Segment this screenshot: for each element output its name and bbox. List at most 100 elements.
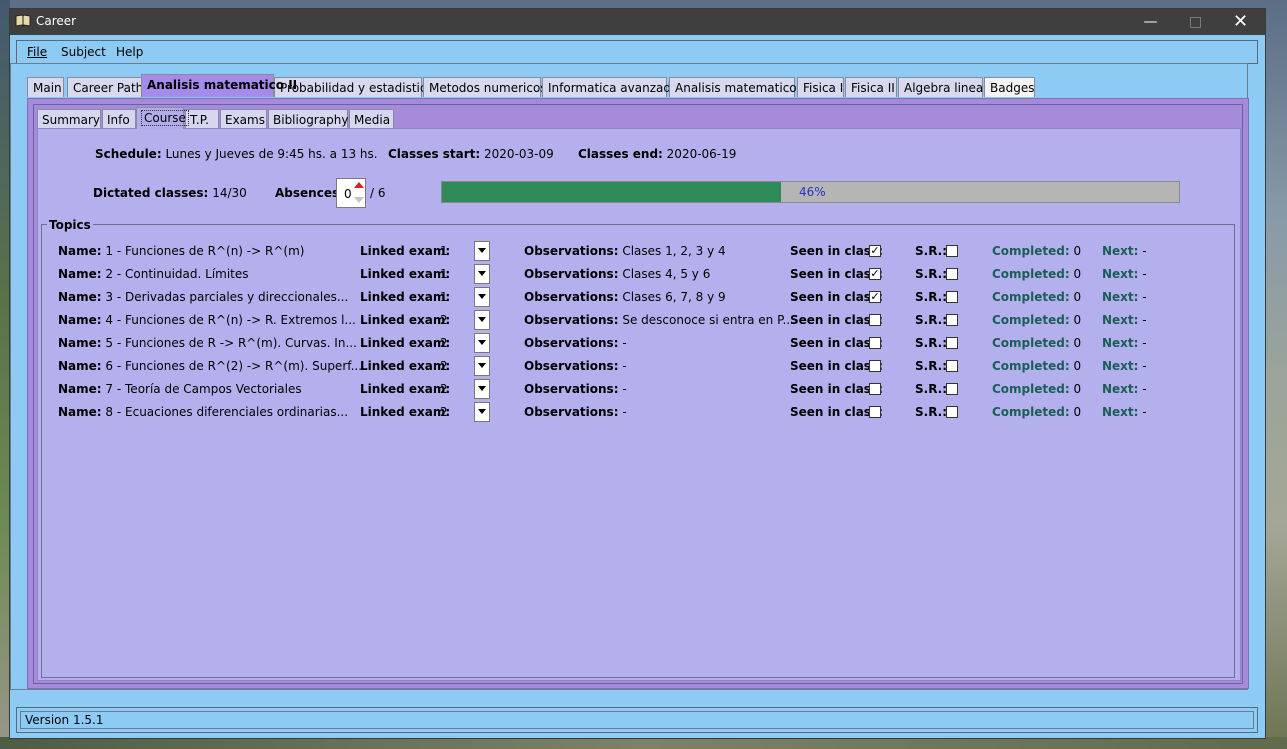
status-bar-inner [20, 711, 1254, 729]
absences-max: / 6 [370, 186, 386, 200]
spin-down-icon[interactable] [354, 197, 364, 203]
linked-exam-dropdown[interactable] [474, 241, 490, 261]
tab-info[interactable]: Info [102, 109, 136, 129]
tab-main[interactable]: Main [27, 77, 64, 97]
tab-exams[interactable]: Exams [220, 109, 267, 129]
completed-field: Completed: 0 [992, 290, 1081, 304]
completed-value: 0 [1073, 359, 1082, 373]
next-label: Next: [1102, 290, 1139, 304]
sr-checkbox[interactable] [946, 314, 958, 326]
sr-checkbox[interactable] [946, 360, 958, 372]
sr-field: S.R.: [915, 267, 947, 281]
topic-row: Name: 2 - Continuidad. Límites Linked exa… [0, 264, 1287, 287]
next-value: - [1142, 313, 1147, 327]
book-icon [15, 14, 31, 27]
close-icon[interactable]: ✕ [1218, 9, 1263, 35]
classes-start-info: Classes start: 2020-03-09 [388, 147, 554, 161]
topic-row: Name: 3 - Derivadas parciales y direccio… [0, 287, 1287, 310]
tab-media[interactable]: Media [349, 109, 394, 129]
title-bar[interactable]: Career — □ ✕ [10, 9, 1265, 35]
tab-summary[interactable]: Summary [37, 109, 101, 129]
topics-title: Topics [47, 218, 93, 232]
linked-exam-field: Linked exam: [360, 244, 450, 258]
seen-in-class-checkbox[interactable]: ✓ [869, 268, 881, 280]
linked-exam-value: 2 [440, 313, 448, 327]
linked-exam-label: Linked exam: [360, 359, 451, 373]
linked-exam-dropdown[interactable] [474, 356, 490, 376]
topic-name-field: Name: 2 - Continuidad. Límites [58, 267, 249, 281]
sr-label: S.R.: [915, 244, 948, 258]
next-value: - [1142, 336, 1147, 350]
sr-checkbox[interactable] [946, 406, 958, 418]
topic-name: 4 - Funciones de R^(n) -> R. Extremos l.… [105, 313, 356, 327]
next-label: Next: [1102, 244, 1139, 258]
absences-spinner[interactable]: 0 [336, 178, 366, 208]
tab-analisis-matematico-i[interactable]: Analisis matematico I [669, 77, 804, 97]
linked-exam-dropdown[interactable] [474, 287, 490, 307]
observations-value: - [622, 405, 627, 419]
seen-in-class-checkbox[interactable] [869, 383, 881, 395]
completed-value: 0 [1073, 336, 1082, 350]
schedule-label: Schedule: [95, 147, 162, 161]
menu-help[interactable]: Help [116, 45, 143, 59]
observations-label: Observations: [524, 405, 619, 419]
seen-in-class-checkbox[interactable] [869, 314, 881, 326]
completed-field: Completed: 0 [992, 313, 1081, 327]
sr-checkbox[interactable] [946, 245, 958, 257]
menu-subject[interactable]: Subject [61, 45, 106, 59]
next-field: Next: - [1102, 359, 1147, 373]
linked-exam-dropdown[interactable] [474, 402, 490, 422]
tab-informatica-avanzada[interactable]: Informatica avanzada [542, 77, 678, 97]
window-title: Career [36, 14, 77, 28]
linked-exam-dropdown[interactable] [474, 264, 490, 284]
tab-algebra-lineal[interactable]: Algebra lineal [898, 77, 987, 97]
completed-field: Completed: 0 [992, 336, 1081, 350]
sr-field: S.R.: [915, 382, 947, 396]
topic-name-field: Name: 1 - Funciones de R^(n) -> R^(m) [58, 244, 304, 258]
tab-fisica-ii[interactable]: Fisica II [845, 77, 897, 97]
menu-file[interactable]: File [27, 45, 47, 59]
seen-in-class-checkbox[interactable] [869, 406, 881, 418]
linked-exam-label: Linked exam: [360, 244, 451, 258]
course-progress-bar: 46% [441, 181, 1180, 203]
completed-field: Completed: 0 [992, 359, 1081, 373]
linked-exam-dropdown[interactable] [474, 333, 490, 353]
tab-fisica-i[interactable]: Fisica I [797, 77, 844, 97]
observations-label: Observations: [524, 290, 619, 304]
linked-exam-field: Linked exam: [360, 290, 450, 304]
sr-checkbox[interactable] [946, 268, 958, 280]
topic-name-label: Name: [58, 313, 102, 327]
topic-row: Name: 5 - Funciones de R -> R^(m). Curva… [0, 333, 1287, 356]
completed-value: 0 [1073, 313, 1082, 327]
tab-badges[interactable]: Badges [984, 77, 1035, 97]
seen-in-class-checkbox[interactable] [869, 337, 881, 349]
topic-name-field: Name: 7 - Teoría de Campos Vectoriales [58, 382, 302, 396]
linked-exam-dropdown[interactable] [474, 379, 490, 399]
tab-bibliography[interactable]: Bibliography [268, 109, 348, 129]
seen-in-class-checkbox[interactable]: ✓ [869, 245, 881, 257]
tab-course[interactable]: Course [136, 107, 189, 129]
spin-up-icon[interactable] [354, 182, 364, 188]
linked-exam-dropdown[interactable] [474, 310, 490, 330]
completed-value: 0 [1073, 405, 1082, 419]
tab-metodos-numericos[interactable]: Metodos numericos [423, 77, 547, 97]
sr-checkbox[interactable] [946, 383, 958, 395]
sr-checkbox[interactable] [946, 337, 958, 349]
linked-exam-value: 1 [440, 267, 448, 281]
seen-in-class-checkbox[interactable]: ✓ [869, 291, 881, 303]
next-label: Next: [1102, 359, 1139, 373]
sr-checkbox[interactable] [946, 291, 958, 303]
seen-in-class-checkbox[interactable] [869, 360, 881, 372]
tab-analisis-matematico-ii[interactable]: Analisis matematico II [141, 74, 297, 97]
completed-label: Completed: [992, 405, 1070, 419]
linked-exam-label: Linked exam: [360, 382, 451, 396]
next-label: Next: [1102, 313, 1139, 327]
topic-row: Name: 1 - Funciones de R^(n) -> R^(m) Lin… [0, 241, 1287, 264]
observations-value: - [622, 336, 627, 350]
maximize-icon[interactable]: □ [1173, 9, 1218, 35]
linked-exam-value: 1 [440, 290, 448, 304]
completed-value: 0 [1073, 267, 1082, 281]
topic-name: 7 - Teoría de Campos Vectoriales [105, 382, 302, 396]
tab-tp[interactable]: T.P. [185, 109, 219, 129]
minimize-icon[interactable]: — [1128, 9, 1173, 35]
